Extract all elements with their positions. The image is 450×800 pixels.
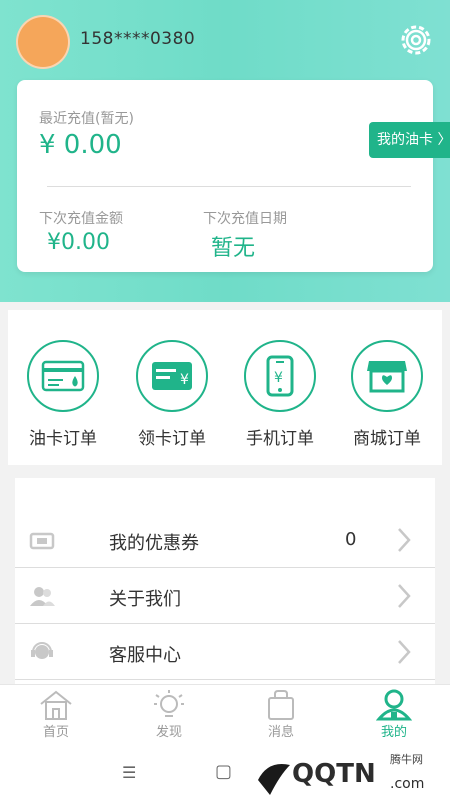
order-shortcuts: 油卡订单 ¥ 领卡订单 ¥ 手机订单 商城订单 (8, 310, 442, 465)
shop-icon (367, 361, 407, 393)
menu-label: 关于我们 (109, 589, 181, 610)
card-divider (47, 186, 411, 187)
bag-icon (268, 690, 294, 720)
bottom-tab-bar: 首页 发现 消息 我的 (0, 684, 450, 746)
shortcut-label: 商城订单 (353, 429, 421, 449)
menu-label: 客服中心 (109, 645, 181, 666)
user-phone: 158****0380 (80, 29, 196, 49)
menu-label: 我的优惠券 (109, 533, 199, 554)
tab-label: 首页 (42, 725, 69, 740)
svg-text:¥: ¥ (274, 370, 283, 386)
menu-row-customer-service[interactable]: 客服中心 (15, 624, 435, 680)
shortcut-shop-orders[interactable]: 商城订单 (337, 340, 437, 449)
oil-card-icon (41, 360, 85, 392)
svg-text:QQTN: QQTN (292, 759, 376, 789)
next-amount-label: 下次充值金额 (39, 211, 123, 227)
shortcut-label: 手机订单 (246, 429, 314, 449)
gear-icon[interactable] (396, 20, 436, 60)
system-menu-icon[interactable]: ☰ (122, 763, 136, 782)
coupon-count: 0 (345, 529, 357, 550)
chevron-right-icon (398, 584, 411, 608)
next-date-label: 下次充值日期 (203, 211, 287, 227)
tab-label: 消息 (267, 725, 294, 740)
svg-text:¥: ¥ (180, 372, 189, 388)
shortcut-card-orders[interactable]: ¥ 领卡订单 (122, 340, 222, 449)
menu-list: 我的优惠券 0 关于我们 客服中心 (15, 478, 435, 688)
recent-recharge-amount: ¥ 0.00 (39, 130, 122, 160)
next-date-value: 暂无 (211, 236, 256, 261)
avatar[interactable] (16, 15, 70, 69)
shortcut-label: 油卡订单 (29, 429, 97, 449)
bulb-icon (154, 690, 184, 717)
shortcut-oil-card-orders[interactable]: 油卡订单 (13, 340, 113, 449)
recharge-card: 最近充值(暂无) ¥ 0.00 下次充值金额 ¥0.00 下次充值日期 暂无 (17, 80, 433, 272)
tab-discover[interactable]: 发现 (134, 689, 204, 740)
tab-messages[interactable]: 消息 (246, 689, 316, 740)
home-icon (40, 690, 72, 720)
tab-label: 我的 (380, 725, 407, 740)
person-icon (376, 689, 412, 721)
shortcut-label: 领卡订单 (138, 429, 206, 449)
my-oil-card-button[interactable]: 我的油卡 〉 (369, 122, 450, 158)
svg-text:.com: .com (390, 776, 424, 792)
menu-row-coupons[interactable]: 我的优惠券 0 (15, 512, 435, 568)
menu-row-about[interactable]: 关于我们 (15, 568, 435, 624)
watermark-text: 腾牛网 (390, 753, 423, 766)
tab-home[interactable]: 首页 (21, 689, 91, 740)
chevron-right-icon (398, 528, 411, 552)
tab-label: 发现 (155, 725, 182, 740)
headset-icon (31, 642, 53, 659)
shortcut-phone-orders[interactable]: ¥ 手机订单 (230, 340, 330, 449)
watermark-logo: QQTN .com (258, 759, 424, 795)
card-yuan-icon: ¥ (152, 362, 192, 390)
users-icon (30, 587, 55, 606)
phone-yuan-icon: ¥ (266, 355, 294, 397)
tab-mine[interactable]: 我的 (359, 689, 429, 740)
next-amount-value: ¥0.00 (47, 230, 110, 255)
system-home-icon[interactable]: ▢ (215, 761, 232, 782)
chevron-right-icon (398, 640, 411, 664)
coupon-icon (29, 532, 55, 550)
recent-recharge-label: 最近充值(暂无) (39, 111, 134, 127)
